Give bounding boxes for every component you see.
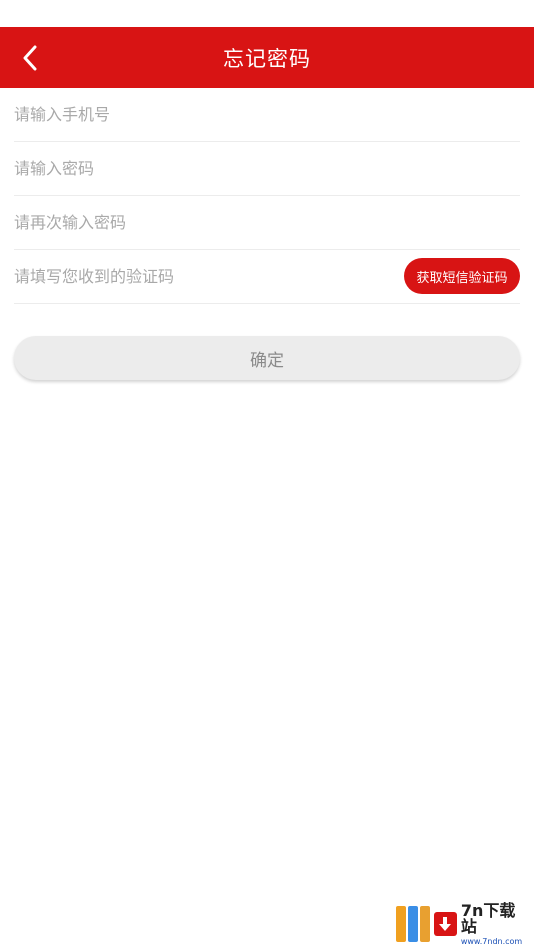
- watermark-text: 7n下载站 www.7ndn.com: [460, 900, 528, 946]
- status-bar: [0, 0, 534, 27]
- get-sms-code-button[interactable]: 获取短信验证码: [404, 258, 520, 294]
- chevron-left-icon: [23, 45, 37, 70]
- page-title: 忘记密码: [223, 46, 311, 71]
- header-bar: 忘记密码: [0, 27, 534, 88]
- back-button[interactable]: [10, 27, 50, 88]
- watermark-main-text: 7n下载站: [460, 900, 516, 936]
- phone-input[interactable]: [14, 105, 520, 124]
- confirm-button[interactable]: 确定: [14, 336, 520, 380]
- download-arrow-icon: [434, 912, 457, 936]
- password-field-row: [14, 142, 520, 196]
- confirm-password-input[interactable]: [14, 213, 520, 232]
- verification-code-input[interactable]: [14, 267, 384, 286]
- phone-field-row: [14, 88, 520, 142]
- watermark-app-icons: [396, 906, 430, 942]
- password-input[interactable]: [14, 159, 520, 178]
- watermark-url-text: www.7ndn.com: [460, 936, 523, 946]
- confirm-password-field-row: [14, 196, 520, 250]
- forgot-password-form: 获取短信验证码: [0, 88, 534, 304]
- verification-code-field-row: 获取短信验证码: [14, 250, 520, 304]
- watermark-logo: 7n下载站 www.7ndn.com: [396, 900, 528, 946]
